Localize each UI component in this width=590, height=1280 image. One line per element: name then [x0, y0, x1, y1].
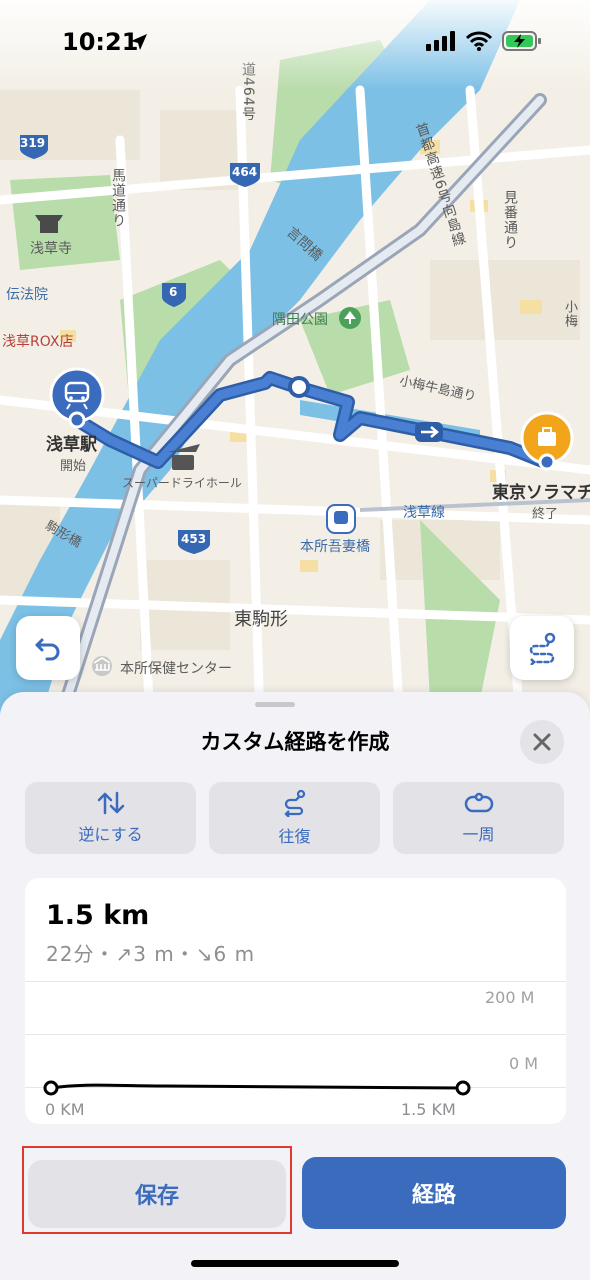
sheet-title: カスタム経路を作成 — [200, 730, 390, 754]
road-label-umamichi: 馬道通り — [110, 168, 126, 228]
end-pin[interactable] — [520, 412, 574, 472]
undo-button[interactable] — [16, 616, 80, 680]
place-label-sumida-park: 隅田公園 — [272, 312, 328, 328]
battery-charging-icon — [502, 31, 541, 51]
start-location-tag: 開始 — [60, 459, 87, 474]
elevation-x-start: 0 KM — [45, 1100, 85, 1119]
start-pin[interactable] — [50, 368, 104, 430]
status-time: 10:21 — [62, 28, 139, 56]
wifi-icon — [466, 31, 492, 51]
route-shield-453: 453 — [181, 532, 207, 546]
route-button[interactable]: 経路 — [302, 1157, 566, 1229]
close-button[interactable] — [520, 720, 564, 764]
place-label-super-dry-hall: スーパードライホール — [122, 476, 242, 490]
route-shield-319: 319 — [20, 136, 46, 150]
home-indicator[interactable] — [191, 1260, 399, 1267]
location-arrow-icon — [131, 34, 147, 50]
road-label-kenban: 見番通り — [502, 190, 518, 250]
elevation-x-end: 1.5 KM — [401, 1100, 456, 1119]
place-label-denpoin: 伝法院 — [6, 287, 48, 303]
route-summary-card: 1.5 km 22分・↗3 m・↘6 m 200 M 0 M 0 KM 1.5 … — [25, 878, 566, 1124]
place-label-asakusa-rox: 浅草ROX店 — [2, 334, 74, 350]
undo-icon — [35, 638, 60, 661]
elevation-profile-chart — [43, 1080, 471, 1096]
signal-icon — [426, 31, 455, 51]
route-shield-464: 464 — [232, 165, 258, 179]
loop-label: 一周 — [462, 825, 495, 844]
custom-route-icon — [529, 632, 556, 665]
end-location-name: 東京ソラマチ — [492, 483, 590, 503]
reverse-label: 逆にする — [78, 825, 143, 844]
loop-button[interactable]: 一周 — [393, 782, 564, 854]
place-label-honjo-azumabashi: 本所吾妻橋 — [300, 539, 370, 555]
end-location-tag: 終了 — [532, 507, 559, 522]
status-bar: 10:21 — [0, 0, 590, 90]
place-label-honjo-health-center: 本所保健センター — [120, 661, 232, 677]
place-label-higashi-komagata: 東駒形 — [234, 609, 288, 630]
custom-route-sheet: カスタム経路を作成 逆にする 往復 一周 1.5 km 22分・↗3 m・↘6 … — [0, 692, 590, 1280]
start-location-name: 浅草駅 — [46, 435, 97, 455]
round-trip-icon — [283, 789, 305, 817]
round-trip-label: 往復 — [278, 827, 311, 846]
place-label-sensoji: 浅草寺 — [30, 241, 72, 257]
close-icon — [533, 733, 551, 751]
reverse-button[interactable]: 逆にする — [25, 782, 196, 854]
route-shield-6: 6 — [169, 285, 178, 299]
map-canvas — [0, 0, 590, 720]
save-button[interactable]: 保存 — [28, 1160, 286, 1228]
sheet-grabber[interactable] — [255, 702, 295, 707]
round-trip-button[interactable]: 往復 — [209, 782, 380, 854]
route-options-button[interactable] — [510, 616, 574, 680]
reverse-arrows-icon — [97, 791, 124, 815]
road-label-komume: 小梅 — [562, 300, 577, 328]
loop-icon — [464, 792, 493, 813]
rail-label-asakusa-line: 浅草線 — [403, 505, 445, 521]
route-waypoint[interactable] — [289, 377, 309, 397]
map-view[interactable]: 319 464 6 453 道464号 馬道通り 言問橋 首都高速6号向島線 見… — [0, 0, 590, 720]
